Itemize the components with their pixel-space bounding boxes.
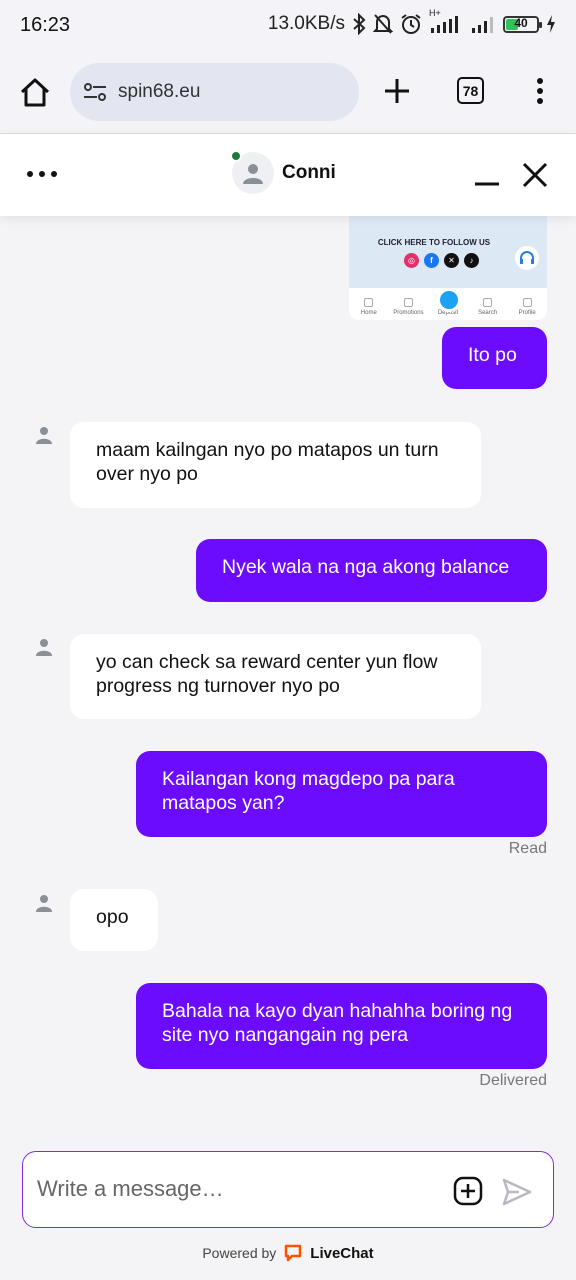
image-banner: CLICK HERE TO FOLLOW US ◎ f ✕ ♪: [349, 216, 547, 288]
bluetooth-icon: [352, 12, 366, 36]
more-vert-icon[interactable]: [528, 76, 552, 106]
avatar: [230, 150, 274, 194]
x-icon: ✕: [444, 253, 459, 268]
facebook-icon: f: [424, 253, 439, 268]
alarm-icon: [400, 12, 422, 36]
tab-switcher-button[interactable]: 78: [457, 77, 484, 104]
more-horizontal-icon[interactable]: [26, 164, 58, 184]
visitor-message: Bahala na kayo dyan hahahha boring ng si…: [136, 983, 547, 1069]
visitor-message: Kailangan kong magdepo pa para matapos y…: [136, 751, 547, 837]
site-settings-icon[interactable]: [82, 79, 108, 105]
net-speed: 13.0KB/s: [267, 13, 345, 34]
headset-icon: [515, 246, 539, 270]
livechat-logo-icon: [285, 1244, 302, 1262]
follow-text: CLICK HERE TO FOLLOW US: [377, 238, 491, 247]
social-icons: ◎ f ✕ ♪: [404, 253, 479, 268]
address-bar[interactable]: spin68.eu: [70, 63, 359, 121]
message-composer: [22, 1151, 554, 1228]
read-receipt: Read: [508, 840, 547, 857]
minimize-icon[interactable]: [472, 162, 502, 192]
network-type-label: H+: [429, 8, 441, 18]
image-nav-item: Search: [470, 298, 506, 316]
mute-bell-icon: [373, 12, 393, 36]
attach-plus-icon[interactable]: [453, 1176, 483, 1206]
instagram-icon: ◎: [404, 253, 419, 268]
status-time: 16:23: [20, 14, 71, 36]
close-icon[interactable]: [520, 160, 550, 190]
agent-message: opo: [70, 889, 158, 951]
message-input[interactable]: [37, 1166, 437, 1212]
battery-level: 40: [514, 15, 528, 30]
tiktok-icon: ♪: [464, 253, 479, 268]
signal-icon: H+: [429, 8, 463, 36]
agent-avatar-icon: [36, 427, 52, 444]
powered-by-footer: Powered by LiveChat: [0, 1244, 576, 1262]
status-icons: 13.0KB/s H+ 40: [267, 8, 556, 36]
new-tab-icon[interactable]: [382, 76, 412, 106]
browser-toolbar: spin68.eu 78: [0, 52, 576, 134]
shared-image-attachment[interactable]: CLICK HERE TO FOLLOW US ◎ f ✕ ♪ Home Pro…: [349, 216, 547, 320]
image-nav-item: Home: [351, 298, 387, 316]
status-bar: 16:23 13.0KB/s H+ 40: [0, 0, 576, 52]
image-nav-item: Promotions: [390, 298, 426, 316]
battery-icon: 40: [503, 15, 542, 33]
image-nav-item: Profile: [509, 298, 545, 316]
signal-icon: [470, 12, 496, 36]
online-status-dot: [230, 150, 242, 162]
agent-message: yo can check sa reward center yun flow p…: [70, 634, 481, 719]
visitor-message: Ito po: [442, 327, 547, 389]
powered-by-text: Powered by: [202, 1245, 277, 1261]
agent-avatar-icon: [36, 639, 52, 656]
person-icon: [243, 164, 263, 184]
chat-transcript[interactable]: CLICK HERE TO FOLLOW US ◎ f ✕ ♪ Home Pro…: [0, 216, 576, 1146]
url-text: spin68.eu: [118, 81, 201, 102]
charging-icon: [546, 12, 556, 36]
agent-name: Conni: [282, 162, 336, 183]
send-icon[interactable]: [501, 1176, 533, 1208]
chat-header: Conni: [0, 134, 576, 216]
visitor-message: Nyek wala na nga akong balance: [196, 539, 547, 602]
home-icon[interactable]: [18, 76, 52, 110]
livechat-brand[interactable]: LiveChat: [310, 1245, 373, 1262]
delivered-receipt: Delivered: [479, 1072, 547, 1089]
deposit-icon: [437, 288, 461, 312]
agent-message: maam kailngan nyo po matapos un turn ove…: [70, 422, 481, 508]
agent-avatar-icon: [36, 895, 52, 912]
